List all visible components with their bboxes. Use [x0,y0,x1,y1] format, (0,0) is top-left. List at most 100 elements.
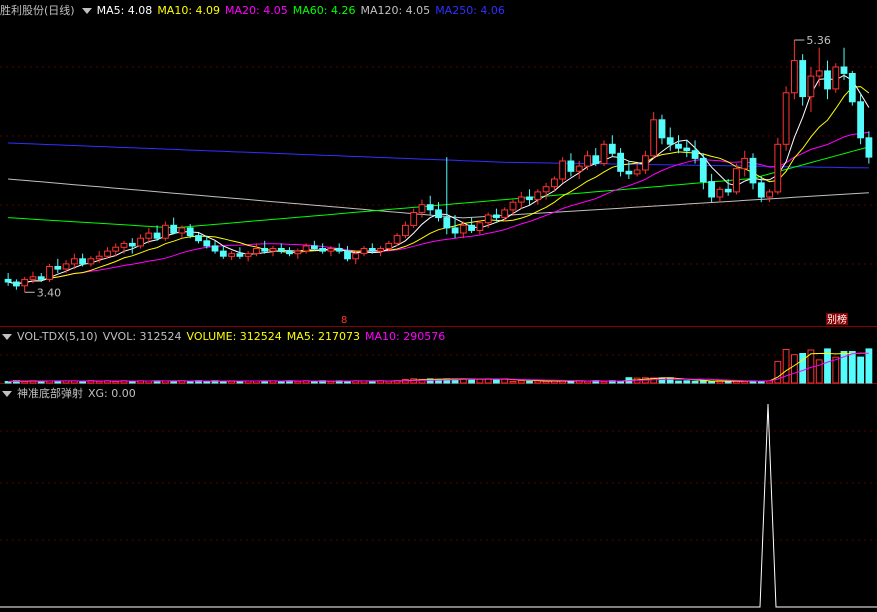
candle [426,204,434,211]
candle [37,276,45,280]
candle [501,209,509,219]
volume-bar [509,381,517,384]
candle [95,255,103,260]
volume-bar [857,356,865,384]
dropdown-icon[interactable] [81,8,92,14]
candle [360,248,368,255]
candle [633,169,641,175]
candle [410,212,418,226]
candle [46,266,53,280]
volume-bar [815,359,823,384]
stock-title[interactable]: 胜利股份(日线) [0,4,75,17]
candle [509,201,517,211]
candle [253,248,260,255]
volume-bar [203,380,211,384]
volume-title[interactable]: VOL-TDX(5,10) [17,330,98,343]
candle [170,224,178,234]
candle [642,155,649,171]
volume-bar [683,380,691,384]
candle [352,253,360,260]
volume-bar [600,380,608,384]
low-label: 3.40 [37,286,62,299]
signal-line [0,403,877,608]
candle [600,143,608,165]
volume-indicators: VVOL: 312524 VOLUME: 312524 MA5: 217073 MA1… [103,330,451,343]
vol-legend-3: MA10: 290576 [365,330,446,343]
volume-ma10-line [8,352,869,382]
candle [385,242,393,249]
candle [517,196,525,203]
candle [269,248,277,252]
candle [699,157,707,183]
candle [666,137,674,145]
event-marker: 8 [341,315,347,326]
candle [311,245,318,249]
candle [104,250,111,257]
candle [774,143,782,193]
candle [302,245,310,252]
volume-bar [666,377,674,384]
main-legend: 胜利股份(日线) MA5: 4.08 MA10: 4.09 MA20: 4.05 MA6… [0,3,515,19]
candle [112,246,120,252]
dropdown-icon[interactable] [2,334,12,340]
candle [393,235,401,244]
candle [542,186,550,193]
volume-legend: VOL-TDX(5,10) VVOL: 312524 VOLUME: 312524 M… [0,329,455,345]
candle [13,281,20,287]
volume-bar [832,356,840,384]
candle [244,253,252,257]
candle [178,227,186,234]
ma-legend-1: MA10: 4.09 [157,4,221,17]
ma-legend-5: MA250: 4.06 [435,4,505,17]
candle [551,178,558,188]
candle [128,242,136,247]
candle [418,204,426,213]
candle [650,119,658,157]
candle [344,250,351,260]
candle [219,250,227,257]
candle [162,224,169,239]
candle [335,248,343,252]
candle [484,214,492,224]
candle [832,66,840,90]
candle [294,250,302,255]
candle [153,232,161,239]
candle [377,248,385,252]
event-badge-label: 别榜 [827,313,847,326]
candle [534,191,542,201]
volume-bar [526,380,533,384]
signal-title[interactable]: 神准底部弹射 [17,387,83,400]
candle [54,266,62,270]
volume-bar [493,378,500,384]
candle [435,209,442,219]
ma250-line [8,142,869,169]
candle [791,60,798,94]
candle [228,253,235,257]
candle [319,248,327,252]
candle [468,224,476,231]
candle [4,278,12,283]
candle [145,232,153,239]
vol-legend-0: VVOL: 312524 [102,330,182,343]
candle [733,168,740,193]
volume-bar [517,380,525,384]
candle [211,245,219,252]
ma-legend-3: MA60: 4.26 [292,4,356,17]
candle [592,155,600,165]
candle [658,119,666,139]
vol-legend-2: MA5: 217073 [286,330,361,343]
candle [724,188,732,193]
candle [236,253,244,257]
signal-indicators: XG: 0.00 [88,387,141,400]
volume-bar [311,380,318,384]
candle [741,157,749,170]
dropdown-icon[interactable] [2,391,12,397]
candle [848,73,856,103]
chart-canvas: 5.36 3.40 8 别榜 [0,34,877,608]
candle [71,258,78,265]
candle [526,196,533,201]
candle [459,224,467,234]
candle [815,70,823,77]
candle [584,155,591,167]
candle [493,214,500,219]
